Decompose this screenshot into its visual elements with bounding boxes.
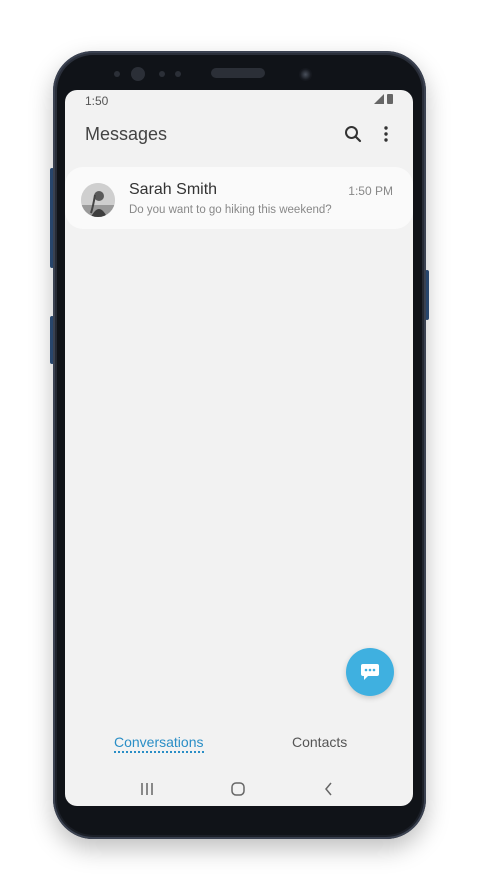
status-bar: 1:50 [65,90,413,110]
search-icon [345,126,362,143]
earpiece-speaker [211,68,265,78]
more-options-button[interactable] [374,122,398,146]
more-vertical-icon [384,126,388,142]
recent-apps-icon [141,783,153,795]
device-mockup: 1:50 Messages Sarah Smith Do you want to… [0,0,477,891]
sensor-dot [114,71,120,77]
tab-contacts[interactable]: Contacts [292,734,347,750]
compose-message-button[interactable] [346,648,394,696]
iris-sensor [131,67,145,81]
home-button[interactable] [226,778,250,800]
back-button[interactable] [317,778,341,800]
search-button[interactable] [341,122,365,146]
battery-icon [387,94,393,104]
page-title: Messages [85,124,168,144]
sensor-dot [159,71,165,77]
back-icon [325,782,332,796]
avatar [81,183,115,217]
message-preview: Do you want to go hiking this weekend? [129,204,332,216]
bottom-tabs: Conversations Contacts [65,730,413,760]
app-header: Messages [65,112,413,156]
conversation-item[interactable]: Sarah Smith Do you want to go hiking thi… [65,167,413,229]
message-time: 1:50 PM [348,184,393,198]
tab-conversations[interactable]: Conversations [114,734,204,753]
contact-name: Sarah Smith [129,181,218,198]
home-icon [231,782,245,796]
signal-icon [374,94,384,104]
front-camera [299,68,312,81]
system-nav-bar [65,772,413,806]
status-icons [374,94,393,104]
phone-screen: 1:50 Messages Sarah Smith Do you want to… [65,90,413,806]
new-message-icon [361,664,379,680]
sensor-dot [175,71,181,77]
recent-apps-button[interactable] [135,778,159,800]
status-time: 1:50 [85,94,109,108]
contact-photo [81,183,115,217]
